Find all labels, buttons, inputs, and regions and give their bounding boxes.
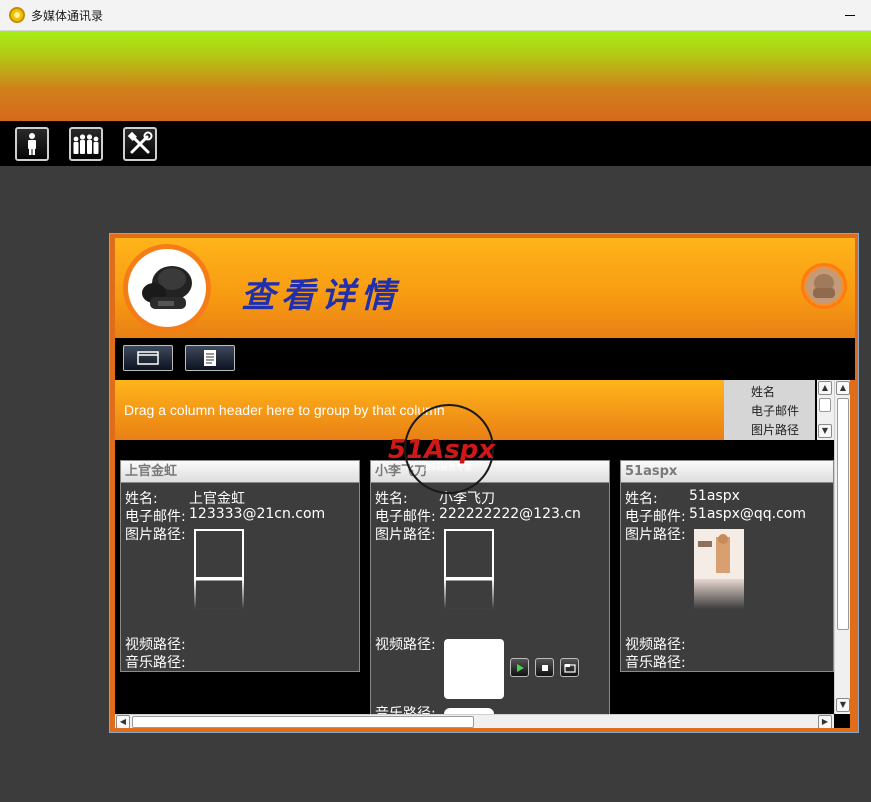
image-path-label: 图片路径:	[625, 527, 686, 543]
group-contacts-button[interactable]	[69, 127, 103, 161]
scroll-left-arrow-icon[interactable]: ◀	[116, 715, 130, 728]
horizontal-scrollbar[interactable]: ◀ ▶	[115, 714, 834, 728]
watermark-tagline: 源码服务专家	[424, 462, 472, 472]
name-value: 51aspx	[689, 488, 740, 504]
main-toolbar	[0, 121, 871, 166]
scrollbar-thumb[interactable]	[837, 398, 849, 630]
play-button[interactable]	[510, 658, 529, 677]
contact-card-header[interactable]: 51aspx	[621, 461, 833, 483]
scroll-up-arrow-icon[interactable]: ▲	[836, 381, 850, 395]
image-path-label: 图片路径:	[125, 527, 186, 543]
column-chooser-item[interactable]: 图片路径	[751, 421, 799, 438]
minimize-button[interactable]	[831, 0, 871, 31]
header-banner	[0, 31, 871, 121]
column-chooser-item[interactable]: 电子邮件	[751, 402, 799, 419]
scrollbar-thumb[interactable]	[819, 398, 831, 412]
empty-photo-frame	[444, 529, 494, 609]
email-label: 电子邮件:	[625, 509, 686, 525]
video-path-label: 视频路径:	[375, 637, 436, 653]
contact-card-header[interactable]: 上官金虹	[121, 461, 359, 483]
watermark-logo: 51Aspx 源码服务专家	[386, 404, 512, 494]
small-avatar[interactable]	[801, 263, 847, 309]
contact-avatar	[123, 244, 211, 332]
email-label: 电子邮件:	[375, 509, 436, 525]
scroll-up-arrow-icon[interactable]: ▲	[818, 381, 832, 395]
document-icon	[204, 350, 216, 366]
name-label: 姓名:	[125, 491, 158, 507]
stop-button[interactable]	[535, 658, 554, 677]
view-document-button[interactable]	[185, 345, 235, 371]
window-title: 多媒体通讯录	[31, 9, 104, 23]
empty-photo-frame	[194, 529, 244, 609]
name-label: 姓名:	[625, 491, 658, 507]
person-icon	[28, 133, 36, 155]
contact-photo[interactable]	[694, 529, 744, 609]
fullscreen-button[interactable]	[560, 658, 579, 677]
scroll-down-arrow-icon[interactable]: ▼	[836, 698, 850, 712]
email-value: 222222222@123.cn	[439, 506, 581, 522]
watermark-brand: 51Aspx	[388, 435, 496, 465]
video-path-label: 视频路径:	[125, 637, 186, 653]
image-path-label: 图片路径:	[375, 527, 436, 543]
contact-card[interactable]: 上官金虹 姓名: 上官金虹 电子邮件: 123333@21cn.com 图片路径…	[120, 460, 360, 672]
settings-tools-button[interactable]	[123, 127, 157, 161]
view-window-button[interactable]	[123, 345, 173, 371]
title-bar: 多媒体通讯录	[0, 0, 871, 31]
video-player-area[interactable]	[444, 639, 504, 699]
detail-heading: 查看详情	[241, 276, 401, 316]
column-chooser-item[interactable]: 姓名	[751, 383, 775, 400]
music-path-label: 音乐路径:	[625, 655, 686, 671]
column-chooser: 姓名 电子邮件 图片路径	[724, 380, 815, 440]
window-icon	[137, 351, 159, 365]
fullscreen-icon	[563, 663, 576, 673]
name-value: 上官金虹	[189, 491, 245, 507]
video-path-label: 视频路径:	[625, 637, 686, 653]
scrollbar-thumb[interactable]	[132, 716, 474, 728]
tools-icon	[127, 131, 153, 154]
contact-card[interactable]: 小李飞刀 姓名: 小李飞刀 电子邮件: 222222222@123.cn 图片路…	[370, 460, 610, 728]
email-label: 电子邮件:	[125, 509, 186, 525]
scroll-down-arrow-icon[interactable]: ▼	[818, 424, 832, 438]
contact-avatar-icon	[142, 266, 192, 309]
single-contact-button[interactable]	[15, 127, 49, 161]
group-icon	[73, 134, 99, 154]
email-value: 51aspx@qq.com	[689, 506, 806, 522]
column-chooser-scrollbar[interactable]: ▲ ▼	[817, 380, 834, 440]
stop-icon	[541, 664, 548, 671]
app-logo-icon	[9, 7, 25, 23]
play-icon	[516, 663, 524, 672]
vertical-scrollbar[interactable]: ▲ ▼	[834, 380, 850, 714]
detail-toolbar	[115, 338, 855, 380]
contact-card[interactable]: 51aspx 姓名: 51aspx 电子邮件: 51aspx@qq.com 图片…	[620, 460, 834, 672]
music-path-label: 音乐路径:	[125, 655, 186, 671]
detail-header: 查看详情	[115, 238, 855, 338]
scroll-right-arrow-icon[interactable]: ▶	[818, 715, 832, 728]
user-photo-icon	[806, 268, 842, 304]
email-value: 123333@21cn.com	[189, 506, 326, 522]
